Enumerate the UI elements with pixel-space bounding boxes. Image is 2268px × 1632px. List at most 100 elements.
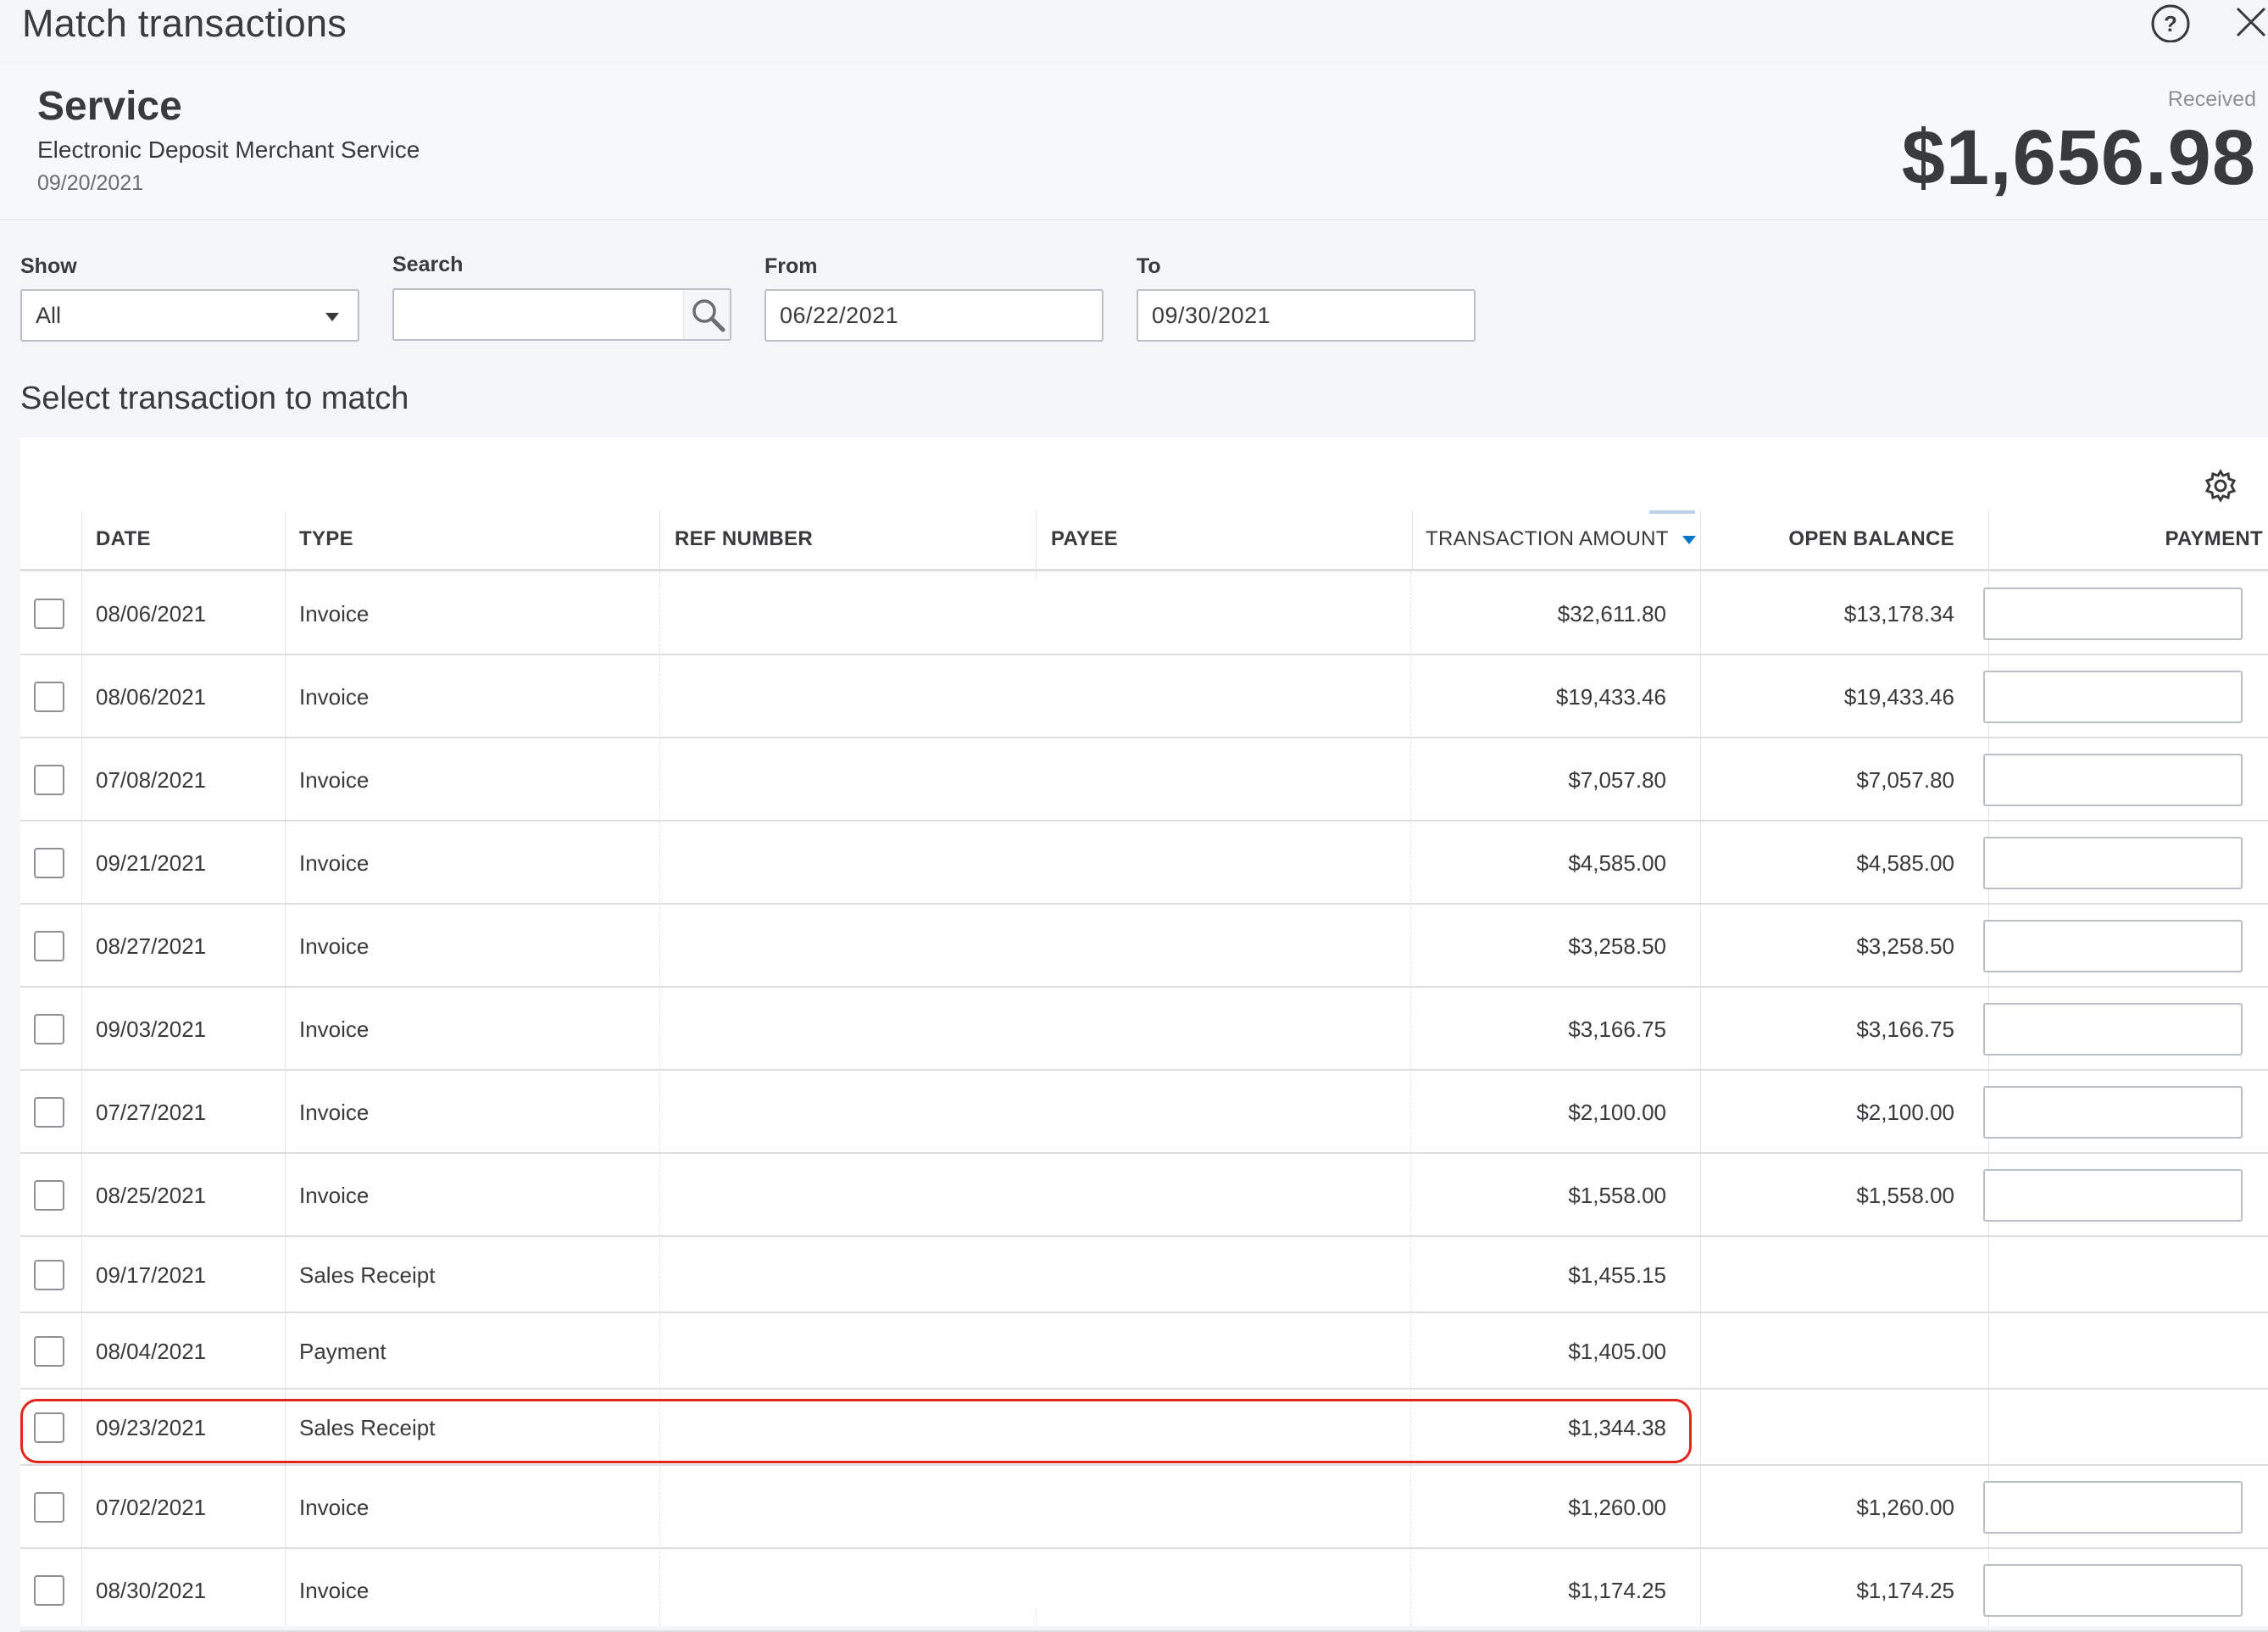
cell-open-balance: $3,258.50: [1856, 933, 1954, 959]
column-header-date[interactable]: DATE: [96, 509, 151, 570]
to-label: To: [1137, 254, 1161, 278]
table-row[interactable]: 09/21/2021 Invoice $4,585.00 $4,585.00: [20, 822, 2268, 905]
deposit-date: 09/20/2021: [37, 171, 144, 195]
help-icon[interactable]: ?: [2150, 2, 2191, 43]
row-checkbox[interactable]: [34, 1097, 64, 1128]
cell-type: Invoice: [299, 1495, 370, 1520]
cell-type: Invoice: [299, 1100, 370, 1125]
cell-open-balance: $13,178.34: [1843, 601, 1954, 627]
cell-transaction-amount: $1,455.15: [1568, 1262, 1666, 1288]
search-input[interactable]: [392, 288, 731, 341]
cell-type: Invoice: [299, 933, 370, 959]
cell-date: 07/02/2021: [96, 1495, 207, 1520]
payment-input[interactable]: [1983, 920, 2243, 972]
deposit-summary: Service Electronic Deposit Merchant Serv…: [0, 64, 2268, 220]
cell-open-balance: $19,433.46: [1843, 684, 1954, 710]
table-row[interactable]: 07/27/2021 Invoice $2,100.00 $2,100.00: [20, 1071, 2268, 1154]
highlight-annotation: [20, 1399, 1692, 1463]
cell-date: 08/30/2021: [96, 1578, 207, 1603]
cell-transaction-amount: $2,100.00: [1568, 1100, 1666, 1125]
cell-date: 07/08/2021: [96, 767, 207, 793]
from-date-input[interactable]: 06/22/2021: [764, 289, 1103, 342]
from-label: From: [764, 254, 818, 278]
payment-input[interactable]: [1983, 837, 2243, 889]
cell-date: 08/06/2021: [96, 601, 207, 627]
cell-open-balance: $1,174.25: [1856, 1578, 1954, 1603]
table-row[interactable]: 09/17/2021 Sales Receipt $1,455.15: [20, 1237, 2268, 1313]
show-select-value: All: [36, 303, 62, 328]
received-label: Received: [2167, 87, 2256, 111]
chevron-down-icon: [325, 313, 339, 321]
row-checkbox[interactable]: [34, 1180, 64, 1211]
row-checkbox[interactable]: [34, 1260, 64, 1290]
table-row[interactable]: 08/25/2021 Invoice $1,558.00 $1,558.00: [20, 1154, 2268, 1237]
column-header-ref-number[interactable]: REF NUMBER: [675, 509, 813, 570]
row-checkbox[interactable]: [34, 1014, 64, 1044]
column-header-transaction-amount[interactable]: TRANSACTION AMOUNT: [1426, 509, 1698, 570]
cell-open-balance: $7,057.80: [1856, 767, 1954, 793]
close-icon[interactable]: [2234, 5, 2268, 39]
table-row[interactable]: 09/03/2021 Invoice $3,166.75 $3,166.75: [20, 988, 2268, 1071]
table-row[interactable]: 08/30/2021 Invoice $1,174.25 $1,174.25: [20, 1549, 2268, 1632]
payment-input[interactable]: [1983, 1481, 2243, 1534]
payment-input[interactable]: [1983, 754, 2243, 806]
row-checkbox[interactable]: [34, 848, 64, 878]
table-row[interactable]: 07/08/2021 Invoice $7,057.80 $7,057.80: [20, 738, 2268, 822]
cell-open-balance: $2,100.00: [1856, 1100, 1954, 1125]
cell-transaction-amount: $19,433.46: [1555, 684, 1666, 710]
cell-date: 09/17/2021: [96, 1262, 207, 1288]
column-header-type[interactable]: TYPE: [299, 509, 353, 570]
row-checkbox[interactable]: [34, 682, 64, 712]
column-header-payee[interactable]: PAYEE: [1051, 509, 1118, 570]
row-checkbox[interactable]: [34, 599, 64, 629]
cell-transaction-amount: $4,585.00: [1568, 850, 1666, 876]
payment-input[interactable]: [1983, 1564, 2243, 1617]
cell-transaction-amount: $1,260.00: [1568, 1495, 1666, 1520]
col-divider: [659, 510, 660, 570]
cell-date: 08/06/2021: [96, 684, 207, 710]
row-checkbox[interactable]: [34, 931, 64, 961]
column-header-transaction-amount-label: TRANSACTION AMOUNT: [1426, 527, 1669, 550]
to-date-value: 09/30/2021: [1152, 303, 1271, 328]
cell-date: 07/27/2021: [96, 1100, 207, 1125]
payment-input[interactable]: [1983, 671, 2243, 723]
payment-input[interactable]: [1983, 1169, 2243, 1222]
payment-input[interactable]: [1983, 1086, 2243, 1139]
gear-icon[interactable]: [2204, 469, 2237, 503]
received-amount: $1,656.98: [1901, 114, 2256, 201]
cell-transaction-amount: $7,057.80: [1568, 767, 1666, 793]
payment-input[interactable]: [1983, 588, 2243, 640]
cell-type: Invoice: [299, 850, 370, 876]
search-button[interactable]: [683, 290, 730, 339]
section-heading: Select transaction to match: [20, 381, 409, 416]
show-select[interactable]: All: [20, 289, 359, 342]
cell-type: Invoice: [299, 601, 370, 627]
cell-type: Invoice: [299, 1578, 370, 1603]
table-row[interactable]: 08/27/2021 Invoice $3,258.50 $3,258.50: [20, 905, 2268, 988]
header-divider: [20, 569, 2268, 571]
row-checkbox[interactable]: [34, 1492, 64, 1523]
from-date-value: 06/22/2021: [780, 303, 899, 328]
search-label: Search: [392, 253, 464, 276]
column-header-payment[interactable]: PAYMENT: [1988, 509, 2263, 570]
col-divider: [285, 510, 286, 570]
deposit-description: Electronic Deposit Merchant Service: [37, 136, 420, 163]
row-checkbox[interactable]: [34, 1575, 64, 1606]
sort-descending-icon: [1682, 535, 1697, 544]
row-checkbox[interactable]: [34, 1336, 64, 1367]
cell-open-balance: $1,558.00: [1856, 1183, 1954, 1208]
cell-type: Invoice: [299, 684, 370, 710]
cell-date: 08/27/2021: [96, 933, 207, 959]
table-row[interactable]: 08/06/2021 Invoice $19,433.46 $19,433.46: [20, 655, 2268, 738]
table-row[interactable]: 07/02/2021 Invoice $1,260.00 $1,260.00: [20, 1466, 2268, 1549]
payment-input[interactable]: [1983, 1003, 2243, 1056]
column-header-open-balance[interactable]: OPEN BALANCE: [1700, 509, 1954, 570]
cell-date: 09/03/2021: [96, 1017, 207, 1042]
table-row[interactable]: 08/06/2021 Invoice $32,611.80 $13,178.34: [20, 572, 2268, 655]
cell-transaction-amount: $1,174.25: [1568, 1578, 1666, 1603]
table-row[interactable]: 08/04/2021 Payment $1,405.00: [20, 1313, 2268, 1390]
cell-transaction-amount: $3,166.75: [1568, 1017, 1666, 1042]
row-checkbox[interactable]: [34, 765, 64, 795]
to-date-input[interactable]: 09/30/2021: [1137, 289, 1476, 342]
cell-date: 08/25/2021: [96, 1183, 207, 1208]
